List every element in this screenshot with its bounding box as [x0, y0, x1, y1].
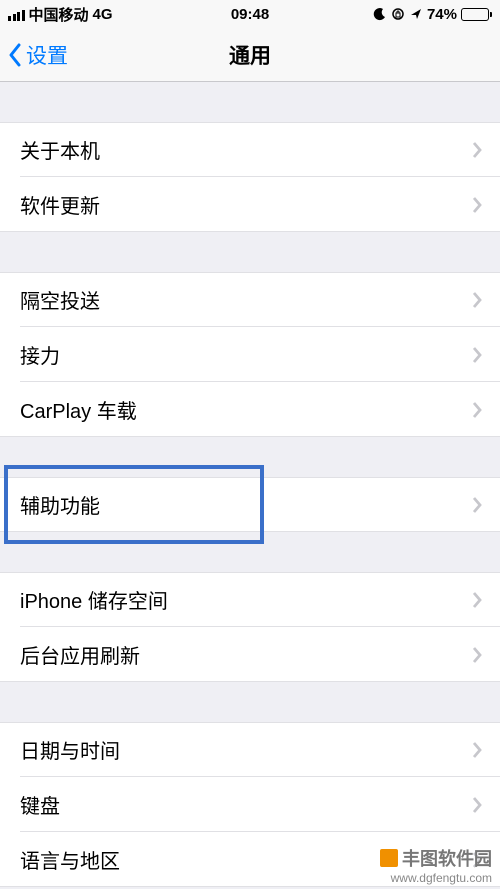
battery-icon: [461, 8, 492, 21]
section-gap: [0, 682, 500, 722]
chevron-right-icon: [472, 401, 482, 419]
page-title: 通用: [229, 40, 271, 70]
row-about[interactable]: 关于本机: [0, 122, 500, 177]
status-time: 09:48: [231, 6, 269, 23]
row-handoff[interactable]: 接力: [0, 327, 500, 382]
row-date-time[interactable]: 日期与时间: [0, 722, 500, 777]
chevron-right-icon: [472, 496, 482, 514]
battery-percent: 74%: [427, 6, 457, 23]
carrier-label: 中国移动: [29, 4, 89, 25]
lock-rotation-icon: [391, 7, 405, 21]
row-label: 语言与地区: [20, 845, 120, 874]
section-gap: [0, 437, 500, 477]
row-label: iPhone 储存空间: [20, 585, 168, 614]
row-label: 关于本机: [20, 135, 100, 164]
network-label: 4G: [93, 6, 113, 23]
back-button[interactable]: 设置: [8, 40, 68, 70]
row-label: 后台应用刷新: [20, 640, 140, 669]
chevron-right-icon: [472, 196, 482, 214]
watermark-logo-icon: [380, 849, 398, 867]
watermark-url: www.dgfengtu.com: [391, 871, 492, 885]
status-left: 中国移动 4G: [8, 4, 113, 25]
watermark-title: 丰图软件园: [402, 845, 492, 871]
chevron-right-icon: [472, 796, 482, 814]
chevron-right-icon: [472, 346, 482, 364]
signal-icon: [8, 8, 25, 21]
moon-icon: [373, 7, 387, 21]
chevron-right-icon: [472, 291, 482, 309]
row-label: 辅助功能: [20, 490, 100, 519]
chevron-right-icon: [472, 741, 482, 759]
chevron-right-icon: [472, 591, 482, 609]
row-accessibility[interactable]: 辅助功能: [0, 477, 500, 532]
row-label: 隔空投送: [20, 285, 100, 314]
nav-bar: 设置 通用: [0, 28, 500, 82]
row-label: 键盘: [20, 790, 60, 819]
section-gap: [0, 82, 500, 122]
row-keyboard[interactable]: 键盘: [0, 777, 500, 832]
status-bar: 中国移动 4G 09:48 74%: [0, 0, 500, 28]
row-software-update[interactable]: 软件更新: [0, 177, 500, 232]
row-label: 日期与时间: [20, 735, 120, 764]
row-airdrop[interactable]: 隔空投送: [0, 272, 500, 327]
content: 关于本机软件更新隔空投送接力 CarPlay 车载辅助功能 iPhone 储存空间后…: [0, 82, 500, 887]
row-label: CarPlay 车载: [20, 395, 137, 424]
chevron-left-icon: [8, 43, 22, 67]
row-iphone-storage[interactable]: iPhone 储存空间: [0, 572, 500, 627]
location-icon: [409, 7, 423, 21]
section-gap: [0, 232, 500, 272]
row-background-refresh[interactable]: 后台应用刷新: [0, 627, 500, 682]
watermark: 丰图软件园 www.dgfengtu.com: [380, 845, 492, 885]
row-carplay[interactable]: CarPlay 车载: [0, 382, 500, 437]
row-label: 软件更新: [20, 190, 100, 219]
section-gap: [0, 532, 500, 572]
row-label: 接力: [20, 340, 60, 369]
chevron-right-icon: [472, 646, 482, 664]
chevron-right-icon: [472, 141, 482, 159]
status-right: 74%: [373, 6, 492, 23]
back-label: 设置: [26, 40, 68, 70]
